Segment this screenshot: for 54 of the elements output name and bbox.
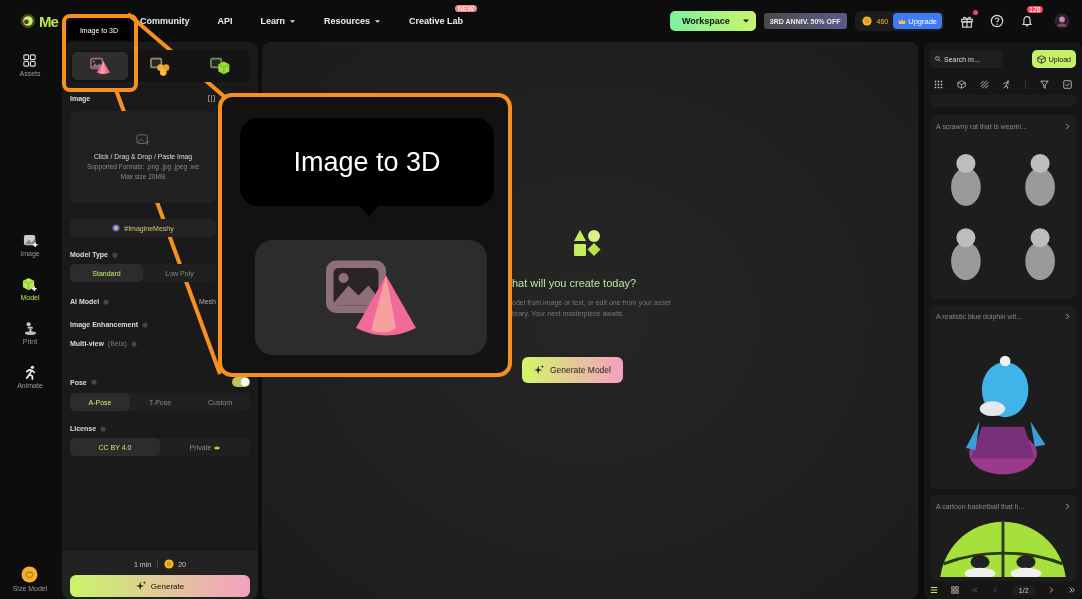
running-figure-icon[interactable] [1002,80,1012,89]
coin-brain-icon [21,566,39,583]
cube-icon[interactable] [956,80,966,89]
gift-icon[interactable] [960,14,974,28]
grid-view-icon[interactable] [950,586,959,594]
grid-icon[interactable] [934,80,943,89]
shapes-icon [573,228,601,257]
compare-icon[interactable] [207,94,216,103]
cube-plus-icon [22,277,38,292]
badge-icon [112,224,121,232]
chevron-right-icon[interactable] [1065,123,1070,130]
nav-link[interactable]: API [217,16,233,26]
next-page-icon[interactable] [1047,586,1056,594]
help-icon[interactable] [990,14,1004,28]
logo-text[interactable]: Me [39,12,58,30]
figure-stand-icon [22,321,38,336]
mode-tab[interactable] [72,52,128,80]
generate-button[interactable]: Generate [70,575,250,597]
sparkle-icon [135,581,146,591]
images-spheres-icon [149,56,171,76]
select-box-icon[interactable] [1062,80,1072,89]
image-cone-icon [89,56,111,76]
hatch-icon[interactable] [979,80,989,89]
text-cube-icon [209,56,231,76]
coin-icon [861,16,872,26]
image-upload-icon [136,134,150,146]
search-icon [935,56,941,62]
crown-icon [898,17,907,25]
bell-icon[interactable] [1020,14,1034,28]
crown-icon [214,444,221,450]
caret-icon [289,17,297,25]
nav-link[interactable]: Learn [260,16,297,26]
avatar-icon[interactable] [1054,13,1070,29]
list-view-icon[interactable] [930,586,938,594]
cube-icon [1036,54,1046,64]
tooltip: Image to 3D [240,118,494,206]
chevron-right-icon[interactable] [1065,313,1070,320]
image-plus-icon [22,233,38,248]
prompt-heading: hat will you create today? [512,276,637,289]
caret-icon [741,17,750,25]
nav-link[interactable]: Resources [324,16,382,26]
coin-icon [164,559,175,569]
last-page-icon[interactable] [1067,586,1076,594]
nav-link[interactable]: Creative Lab [409,16,464,26]
sparkle-icon [534,364,544,375]
grid-icon [22,53,38,68]
nav-link[interactable]: Community [140,16,190,26]
logo-icon [20,13,36,29]
generate-model-button[interactable]: Generate Model [522,356,623,383]
chevron-right-icon[interactable] [1065,503,1070,510]
filter-icon[interactable] [1040,80,1050,89]
pose-toggle[interactable] [232,377,250,387]
caret-icon [374,17,382,25]
workspace-button[interactable]: Workspace [670,11,756,31]
